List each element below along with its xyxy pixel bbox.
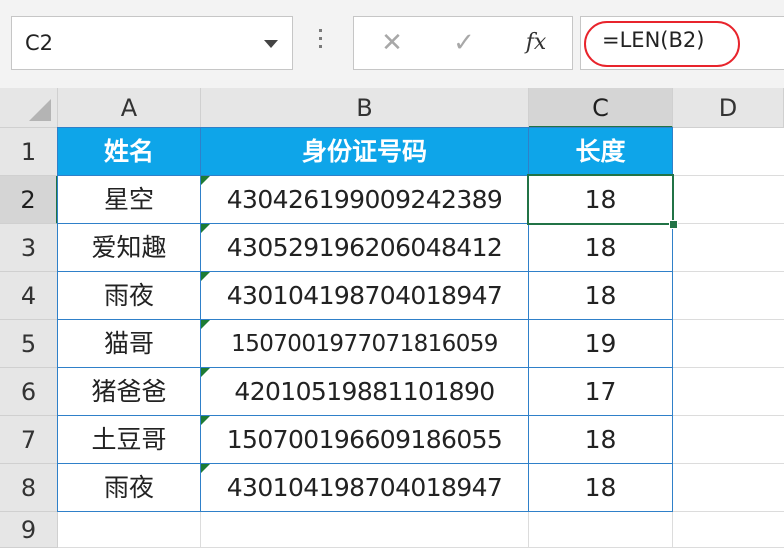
cell-text: 18 xyxy=(584,425,617,454)
cell-text: 雨夜 xyxy=(103,473,154,502)
cell-text: 430104198704018947 xyxy=(226,281,503,310)
cell-text: 17 xyxy=(584,377,617,406)
formula-input[interactable]: =LEN(B2) xyxy=(580,16,784,70)
table-cell[interactable]: 430104198704018947 xyxy=(200,463,529,512)
select-all-icon xyxy=(29,99,51,121)
cell-text: 长度 xyxy=(575,137,626,166)
cell-text: 猪爸爸 xyxy=(91,377,167,406)
cell-text: 42010519881101890 xyxy=(234,377,495,406)
table-cell[interactable]: 18 xyxy=(528,223,673,272)
row-header-4[interactable]: 4 xyxy=(0,272,58,320)
table-cell[interactable]: 猪爸爸 xyxy=(57,367,201,416)
spreadsheet-grid: ABCD 123456789 姓名 身份证号码 长度星空 43042619900924… xyxy=(0,88,784,548)
cell-text: 430426199009242389 xyxy=(226,185,503,214)
cell-text: 150700196609186055 xyxy=(226,425,503,454)
table-cell[interactable]: 18 xyxy=(528,175,673,224)
table-cell[interactable]: 430426199009242389 xyxy=(200,175,529,224)
error-indicator-icon[interactable] xyxy=(201,464,210,473)
row-header-5[interactable]: 5 xyxy=(0,320,58,368)
cell-text: 雨夜 xyxy=(103,281,154,310)
row-header-6[interactable]: 6 xyxy=(0,368,58,416)
table-cell[interactable]: 爱知趣 xyxy=(57,223,201,272)
cell-text: 430104198704018947 xyxy=(226,473,503,502)
table-cell[interactable]: 土豆哥 xyxy=(57,415,201,464)
table-cell[interactable]: 17 xyxy=(528,367,673,416)
name-box-value: C2 xyxy=(25,31,54,55)
table-cell[interactable]: 1507001977071816059 xyxy=(200,319,529,368)
cell-text: 430529196206048412 xyxy=(226,233,503,262)
fill-handle[interactable] xyxy=(669,220,678,229)
error-indicator-icon[interactable] xyxy=(201,176,210,185)
cell-text: 姓名 xyxy=(103,137,154,166)
error-indicator-icon[interactable] xyxy=(201,416,210,425)
insert-function-icon[interactable]: fx xyxy=(514,25,558,61)
formula-text: =LEN(B2) xyxy=(602,28,705,52)
table-cell[interactable]: 雨夜 xyxy=(57,271,201,320)
row-header-2[interactable]: 2 xyxy=(0,176,58,224)
table-cell[interactable]: 猫哥 xyxy=(57,319,201,368)
cell-text: 18 xyxy=(584,185,617,214)
chevron-down-icon[interactable] xyxy=(264,40,278,48)
table-cell[interactable]: 430104198704018947 xyxy=(200,271,529,320)
table-header-cell[interactable]: 姓名 xyxy=(57,127,201,176)
error-indicator-icon[interactable] xyxy=(201,320,210,329)
row-header-3[interactable]: 3 xyxy=(0,224,58,272)
cell-text: 19 xyxy=(584,329,617,358)
row-header-1[interactable]: 1 xyxy=(0,128,58,176)
error-indicator-icon[interactable] xyxy=(201,224,210,233)
table-cell[interactable]: 18 xyxy=(528,415,673,464)
cell-text: 星空 xyxy=(103,185,154,214)
column-header-b[interactable]: B xyxy=(201,88,529,128)
cell-text: 爱知趣 xyxy=(91,233,167,262)
table-cell[interactable]: 430529196206048412 xyxy=(200,223,529,272)
cell-text: 土豆哥 xyxy=(91,425,167,454)
table-cell[interactable]: 19 xyxy=(528,319,673,368)
table-cell[interactable]: 150700196609186055 xyxy=(200,415,529,464)
select-all-button[interactable] xyxy=(0,88,58,128)
error-indicator-icon[interactable] xyxy=(201,272,210,281)
table-cell[interactable]: 42010519881101890 xyxy=(200,367,529,416)
table-cell[interactable]: 18 xyxy=(528,463,673,512)
row-header-7[interactable]: 7 xyxy=(0,416,58,464)
drag-handle-icon[interactable] xyxy=(318,29,324,55)
column-header-a[interactable]: A xyxy=(58,88,201,128)
name-box[interactable]: C2 xyxy=(11,16,293,70)
cell-text: 身份证号码 xyxy=(301,137,427,166)
row-header-8[interactable]: 8 xyxy=(0,464,58,512)
table-cell[interactable]: 18 xyxy=(528,271,673,320)
cell-text: 18 xyxy=(584,473,617,502)
cell-text: 1507001977071816059 xyxy=(231,331,498,357)
table-header-cell[interactable]: 长度 xyxy=(528,127,673,176)
cancel-icon[interactable]: ✕ xyxy=(370,25,414,61)
error-indicator-icon[interactable] xyxy=(201,368,210,377)
cell-text: 18 xyxy=(584,233,617,262)
cell-text: 猫哥 xyxy=(103,329,154,358)
row-header-9[interactable]: 9 xyxy=(0,512,58,548)
column-header-c[interactable]: C xyxy=(529,88,673,128)
formula-controls: ✕ ✓ fx xyxy=(353,16,573,70)
formula-bar-area: C2 ✕ ✓ fx =LEN(B2) xyxy=(0,0,784,88)
table-cell[interactable]: 星空 xyxy=(57,175,201,224)
table-cell[interactable]: 雨夜 xyxy=(57,463,201,512)
check-icon[interactable]: ✓ xyxy=(442,25,486,61)
table-header-cell[interactable]: 身份证号码 xyxy=(200,127,529,176)
column-header-d[interactable]: D xyxy=(673,88,784,128)
cell-text: 18 xyxy=(584,281,617,310)
